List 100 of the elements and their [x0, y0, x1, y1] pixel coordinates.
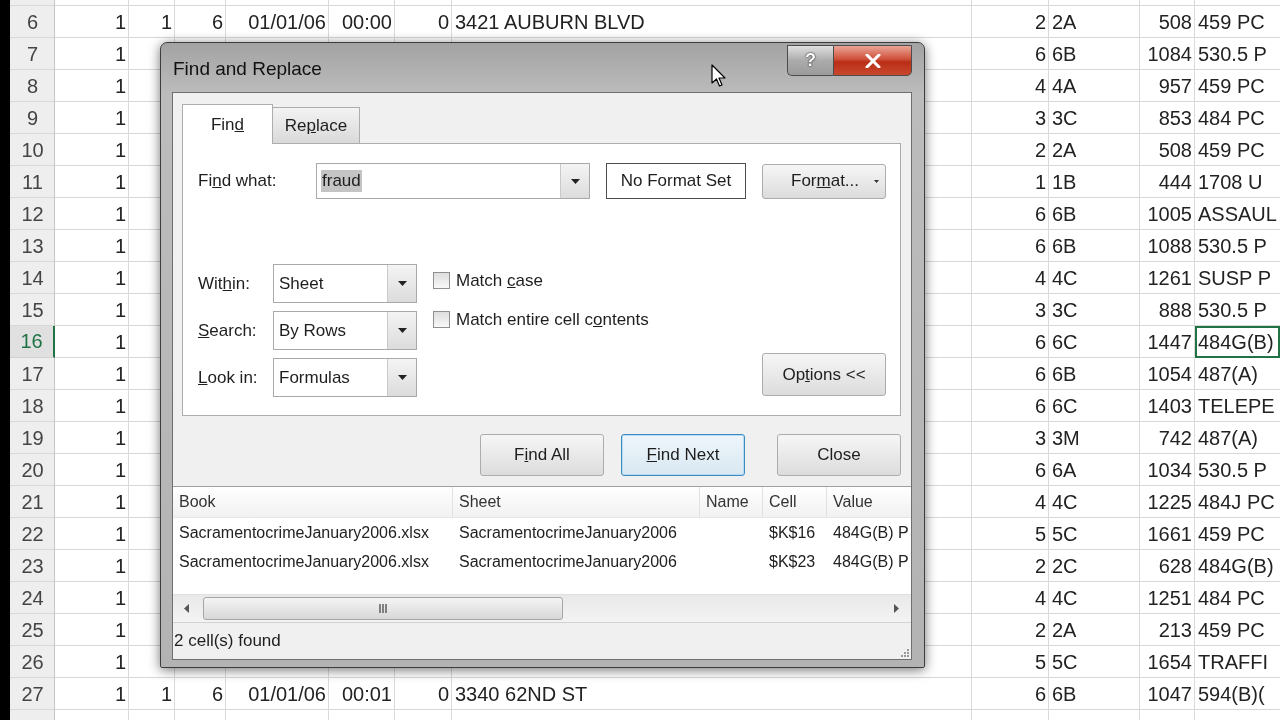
horizontal-scrollbar[interactable]: [173, 594, 911, 622]
sheet-cell-text: 1: [113, 233, 127, 259]
row-header[interactable]: 10: [10, 134, 55, 166]
checkbox[interactable]: [433, 311, 450, 328]
sheet-cell-text: 4: [1033, 73, 1047, 99]
dropdown-button[interactable]: [387, 359, 416, 396]
tab[interactable]: Replace: [272, 107, 360, 143]
tab[interactable]: Find: [182, 104, 273, 144]
sheet-cell-text: 484 PC: [1197, 105, 1266, 131]
sheet-cell-text: 444: [1157, 169, 1193, 195]
options-button[interactable]: Options <<: [762, 353, 886, 396]
format-preview: No Format Set: [606, 163, 746, 199]
row-header[interactable]: 15: [10, 294, 55, 326]
scrollbar-thumb[interactable]: [203, 597, 563, 620]
result-cell[interactable]: 484G(B) P: [827, 523, 911, 542]
sheet-cell-text: 1: [113, 329, 127, 355]
row-header[interactable]: 18: [10, 390, 55, 422]
sheet-cell-text: 3: [1033, 105, 1047, 131]
column-header[interactable]: Cell: [763, 487, 827, 517]
row-header[interactable]: 7: [10, 38, 55, 70]
row-header[interactable]: 11: [10, 166, 55, 198]
dialog-button[interactable]: Find Next: [621, 434, 745, 476]
column-header[interactable]: Value: [827, 487, 911, 517]
row-header[interactable]: 16: [10, 326, 55, 358]
caret-icon: [874, 179, 879, 183]
dialog-button[interactable]: Find All: [480, 434, 604, 476]
dropdown-button[interactable]: [387, 265, 416, 302]
sheet-cell-text: 01/01/06: [247, 681, 327, 707]
sheet-cell-text: 2: [1033, 553, 1047, 579]
mouse-pointer-icon: [711, 64, 726, 87]
sheet-cell: 484G(B): [1195, 326, 1280, 358]
checkbox-label[interactable]: Match case: [456, 270, 543, 291]
sheet-cell-text: 484G(B): [1197, 553, 1275, 579]
row-header[interactable]: 25: [10, 614, 55, 646]
resize-grip-icon[interactable]: [900, 648, 909, 657]
row-header[interactable]: 24: [10, 582, 55, 614]
sheet-cell-text: 1: [113, 489, 127, 515]
sheet-cell-text: 2: [1033, 617, 1047, 643]
column-header[interactable]: Name: [700, 487, 763, 517]
result-cell[interactable]: SacramentocrimeJanuary2006: [453, 552, 700, 571]
sheet-cell-text: TELEPE: [1197, 393, 1276, 419]
dropdown-select[interactable]: By Rows: [273, 311, 417, 350]
sheet-cell-text: 459 PC: [1197, 521, 1266, 547]
left-arrow-icon[interactable]: [184, 604, 189, 613]
checkbox[interactable]: [433, 272, 450, 289]
result-cell[interactable]: $K$16: [763, 523, 827, 542]
sheet-cell-text: 3421 AUBURN BLVD: [454, 9, 646, 35]
row-header[interactable]: 21: [10, 486, 55, 518]
sheet-cell-text: 4: [1033, 585, 1047, 611]
sheet-cell-text: 628: [1157, 553, 1193, 579]
caret-icon: [397, 281, 407, 286]
row-header[interactable]: 23: [10, 550, 55, 582]
result-cell[interactable]: 484G(B) P: [827, 552, 911, 571]
find-what-field[interactable]: fraud: [316, 163, 590, 199]
column-header[interactable]: Sheet: [453, 487, 700, 517]
sheet-cell-text: 1654: [1146, 649, 1193, 675]
row-header[interactable]: 26: [10, 646, 55, 678]
field-label: Within:: [198, 273, 251, 294]
dialog-button[interactable]: Close: [777, 434, 901, 476]
result-cell[interactable]: SacramentocrimeJanuary2006.xlsx: [173, 523, 453, 542]
row-header[interactable]: 6: [10, 6, 55, 38]
sheet-cell-text: 1088: [1146, 233, 1193, 259]
sheet-cell-text: 6: [1033, 681, 1047, 707]
row-header[interactable]: 13: [10, 230, 55, 262]
dropdown-select[interactable]: Formulas: [273, 358, 417, 397]
row-header[interactable]: 22: [10, 518, 55, 550]
sheet-cell-text: 5: [1033, 521, 1047, 547]
row-header[interactable]: 17: [10, 358, 55, 390]
row-header[interactable]: 20: [10, 454, 55, 486]
format-button[interactable]: Format...: [762, 163, 886, 199]
row-header[interactable]: 27: [10, 678, 55, 710]
row-header[interactable]: 8: [10, 70, 55, 102]
result-cell[interactable]: SacramentocrimeJanuary2006: [453, 523, 700, 542]
sheet-cell-text: 459 PC: [1197, 137, 1266, 163]
sheet-cell-text: 484J PC: [1197, 489, 1276, 515]
sheet-cell-text: 4C: [1051, 585, 1079, 611]
close-button[interactable]: [833, 45, 912, 76]
dropdown-select[interactable]: Sheet: [273, 264, 417, 303]
sheet-cell-text: 1: [159, 681, 173, 707]
dropdown-button[interactable]: [560, 164, 589, 198]
result-cell[interactable]: SacramentocrimeJanuary2006.xlsx: [173, 552, 453, 571]
sheet-cell-text: 1225: [1146, 489, 1193, 515]
row-header[interactable]: 9: [10, 102, 55, 134]
column-header[interactable]: Book: [173, 487, 453, 517]
sheet-cell-text: 213: [1157, 617, 1193, 643]
row-header[interactable]: 19: [10, 422, 55, 454]
sheet-cell-text: 530.5 P: [1197, 41, 1268, 67]
sheet-cell-text: 530.5 P: [1197, 457, 1268, 483]
sheet-cell-text: 1084: [1146, 41, 1193, 67]
sheet-cell-text: 2A: [1051, 137, 1078, 163]
sheet-cell-text: 1661: [1146, 521, 1193, 547]
checkbox-label[interactable]: Match entire cell contents: [456, 309, 649, 330]
row-header[interactable]: 12: [10, 198, 55, 230]
sheet-cell-text: 0: [436, 681, 450, 707]
sheet-cell-text: 1: [113, 649, 127, 675]
row-header[interactable]: 14: [10, 262, 55, 294]
result-cell[interactable]: $K$23: [763, 552, 827, 571]
right-arrow-icon[interactable]: [894, 604, 899, 613]
dropdown-button[interactable]: [387, 312, 416, 349]
sheet-cell-text: 6A: [1051, 457, 1078, 483]
